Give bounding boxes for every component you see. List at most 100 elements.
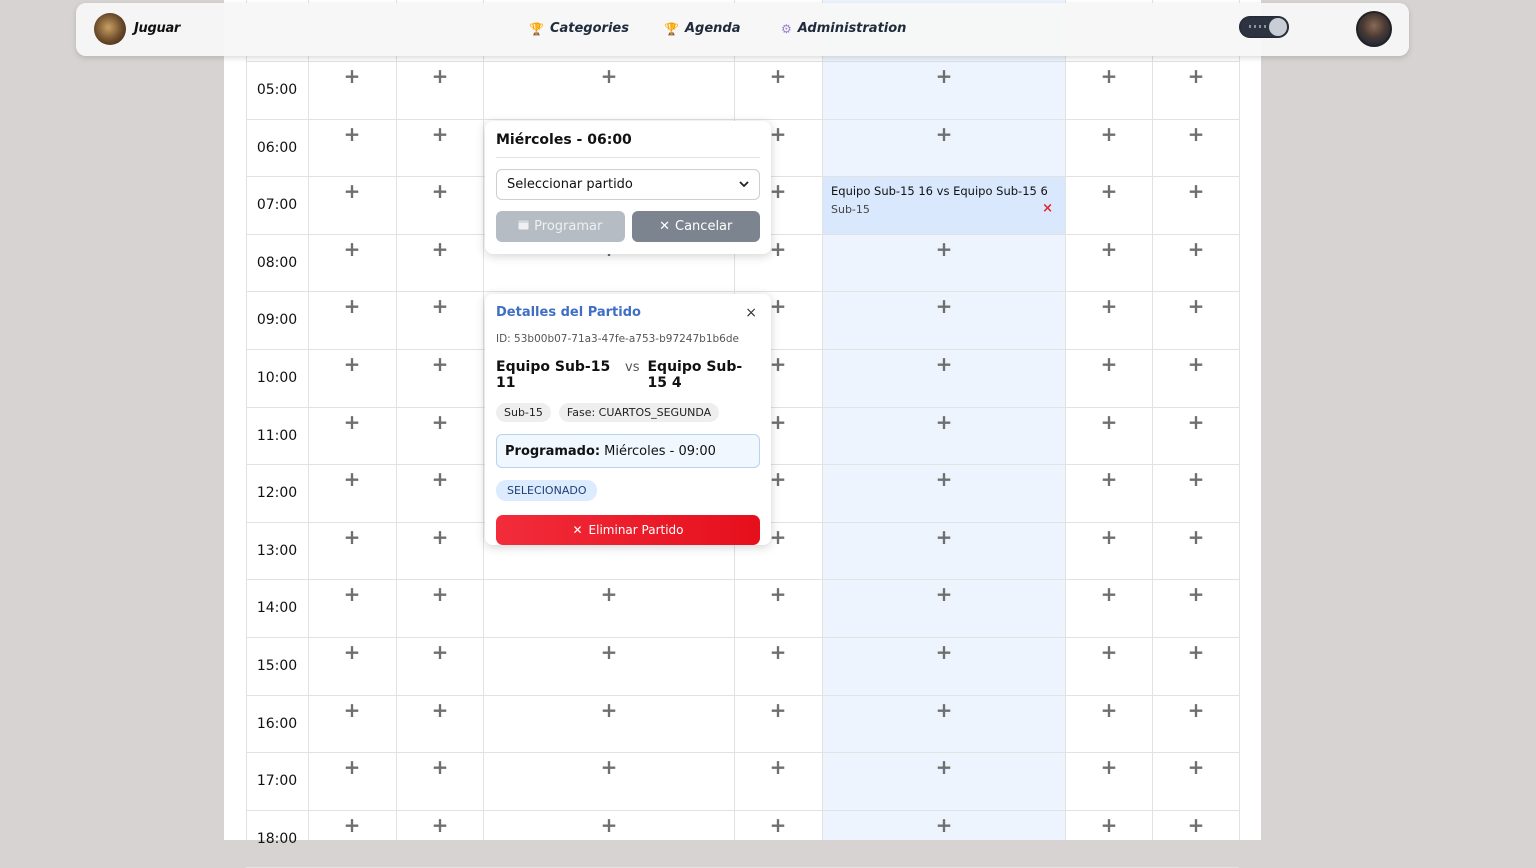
add-slot-icon[interactable]: +	[1186, 527, 1206, 547]
add-slot-icon[interactable]: +	[342, 239, 362, 259]
add-slot-icon[interactable]: +	[599, 757, 619, 777]
add-slot-icon[interactable]: +	[1186, 412, 1206, 432]
add-slot-icon[interactable]: +	[1099, 757, 1119, 777]
brand-name[interactable]: Juguar	[134, 21, 180, 36]
cancel-button[interactable]: ✕ Cancelar	[631, 211, 760, 242]
add-slot-icon[interactable]: +	[934, 527, 954, 547]
add-slot-icon[interactable]: +	[768, 354, 788, 374]
add-slot-icon[interactable]: +	[430, 584, 450, 604]
add-slot-icon[interactable]: +	[430, 181, 450, 201]
remove-event-icon[interactable]: ×	[1042, 201, 1053, 216]
add-slot-icon[interactable]: +	[342, 124, 362, 144]
add-slot-icon[interactable]: +	[1186, 815, 1206, 835]
add-slot-icon[interactable]: +	[342, 412, 362, 432]
add-slot-icon[interactable]: +	[342, 469, 362, 489]
add-slot-icon[interactable]: +	[342, 584, 362, 604]
add-slot-icon[interactable]: +	[1099, 181, 1119, 201]
add-slot-icon[interactable]: +	[599, 815, 619, 835]
add-slot-icon[interactable]: +	[599, 584, 619, 604]
add-slot-icon[interactable]: +	[1186, 700, 1206, 720]
add-slot-icon[interactable]: +	[934, 354, 954, 374]
add-slot-icon[interactable]: +	[599, 642, 619, 662]
add-slot-icon[interactable]: +	[768, 757, 788, 777]
add-slot-icon[interactable]: +	[934, 412, 954, 432]
add-slot-icon[interactable]: +	[934, 815, 954, 835]
add-slot-icon[interactable]: +	[1099, 700, 1119, 720]
add-slot-icon[interactable]: +	[934, 469, 954, 489]
add-slot-icon[interactable]: +	[342, 181, 362, 201]
add-slot-icon[interactable]: +	[1099, 354, 1119, 374]
add-slot-icon[interactable]: +	[934, 642, 954, 662]
add-slot-icon[interactable]: +	[1099, 66, 1119, 86]
add-slot-icon[interactable]: +	[1099, 815, 1119, 835]
add-slot-icon[interactable]: +	[342, 815, 362, 835]
nav-administration[interactable]: ⚙ Administration	[781, 21, 906, 36]
add-slot-icon[interactable]: +	[1099, 124, 1119, 144]
add-slot-icon[interactable]: +	[934, 700, 954, 720]
add-slot-icon[interactable]: +	[1099, 412, 1119, 432]
add-slot-icon[interactable]: +	[430, 469, 450, 489]
add-slot-icon[interactable]: +	[1099, 296, 1119, 316]
add-slot-icon[interactable]: +	[430, 239, 450, 259]
add-slot-icon[interactable]: +	[1099, 469, 1119, 489]
add-slot-icon[interactable]: +	[342, 757, 362, 777]
add-slot-icon[interactable]: +	[430, 527, 450, 547]
jaguar-logo[interactable]	[94, 13, 126, 45]
add-slot-icon[interactable]: +	[1186, 181, 1206, 201]
add-slot-icon[interactable]: +	[342, 66, 362, 86]
add-slot-icon[interactable]: +	[430, 124, 450, 144]
add-slot-icon[interactable]: +	[768, 124, 788, 144]
add-slot-icon[interactable]: +	[430, 642, 450, 662]
add-slot-icon[interactable]: +	[1186, 642, 1206, 662]
scheduled-match-event[interactable]: Equipo Sub-15 16 vs Equipo Sub-15 6 Sub-…	[823, 177, 1065, 234]
add-slot-icon[interactable]: +	[430, 815, 450, 835]
delete-match-button[interactable]: ✕ Eliminar Partido	[496, 515, 760, 545]
add-slot-icon[interactable]: +	[430, 66, 450, 86]
add-slot-icon[interactable]: +	[934, 584, 954, 604]
add-slot-icon[interactable]: +	[934, 239, 954, 259]
add-slot-icon[interactable]: +	[342, 642, 362, 662]
add-slot-icon[interactable]: +	[1186, 296, 1206, 316]
add-slot-icon[interactable]: +	[342, 296, 362, 316]
add-slot-icon[interactable]: +	[430, 700, 450, 720]
add-slot-icon[interactable]: +	[934, 66, 954, 86]
user-avatar[interactable]	[1356, 11, 1392, 47]
add-slot-icon[interactable]: +	[1186, 757, 1206, 777]
nav-categories[interactable]: 🏆 Categories	[529, 21, 629, 36]
add-slot-icon[interactable]: +	[1186, 124, 1206, 144]
add-slot-icon[interactable]: +	[1186, 584, 1206, 604]
add-slot-icon[interactable]: +	[768, 527, 788, 547]
add-slot-icon[interactable]: +	[342, 700, 362, 720]
nav-agenda[interactable]: 🏆 Agenda	[664, 21, 740, 36]
add-slot-icon[interactable]: +	[1186, 469, 1206, 489]
add-slot-icon[interactable]: +	[768, 239, 788, 259]
add-slot-icon[interactable]: +	[430, 296, 450, 316]
add-slot-icon[interactable]: +	[1099, 584, 1119, 604]
add-slot-icon[interactable]: +	[934, 124, 954, 144]
add-slot-icon[interactable]: +	[768, 469, 788, 489]
add-slot-icon[interactable]: +	[768, 815, 788, 835]
add-slot-icon[interactable]: +	[1186, 239, 1206, 259]
add-slot-icon[interactable]: +	[342, 354, 362, 374]
add-slot-icon[interactable]: +	[599, 700, 619, 720]
add-slot-icon[interactable]: +	[768, 584, 788, 604]
add-slot-icon[interactable]: +	[1099, 642, 1119, 662]
add-slot-icon[interactable]: +	[430, 412, 450, 432]
add-slot-icon[interactable]: +	[768, 66, 788, 86]
add-slot-icon[interactable]: +	[430, 354, 450, 374]
add-slot-icon[interactable]: +	[1186, 354, 1206, 374]
add-slot-icon[interactable]: +	[430, 757, 450, 777]
close-icon[interactable]: ×	[745, 305, 757, 321]
add-slot-icon[interactable]: +	[768, 700, 788, 720]
add-slot-icon[interactable]: +	[768, 296, 788, 316]
add-slot-icon[interactable]: +	[768, 642, 788, 662]
add-slot-icon[interactable]: +	[934, 757, 954, 777]
add-slot-icon[interactable]: +	[1186, 66, 1206, 86]
add-slot-icon[interactable]: +	[934, 296, 954, 316]
add-slot-icon[interactable]: +	[768, 412, 788, 432]
theme-toggle[interactable]	[1239, 16, 1289, 38]
add-slot-icon[interactable]: +	[599, 66, 619, 86]
add-slot-icon[interactable]: +	[1099, 527, 1119, 547]
add-slot-icon[interactable]: +	[342, 527, 362, 547]
add-slot-icon[interactable]: +	[768, 181, 788, 201]
